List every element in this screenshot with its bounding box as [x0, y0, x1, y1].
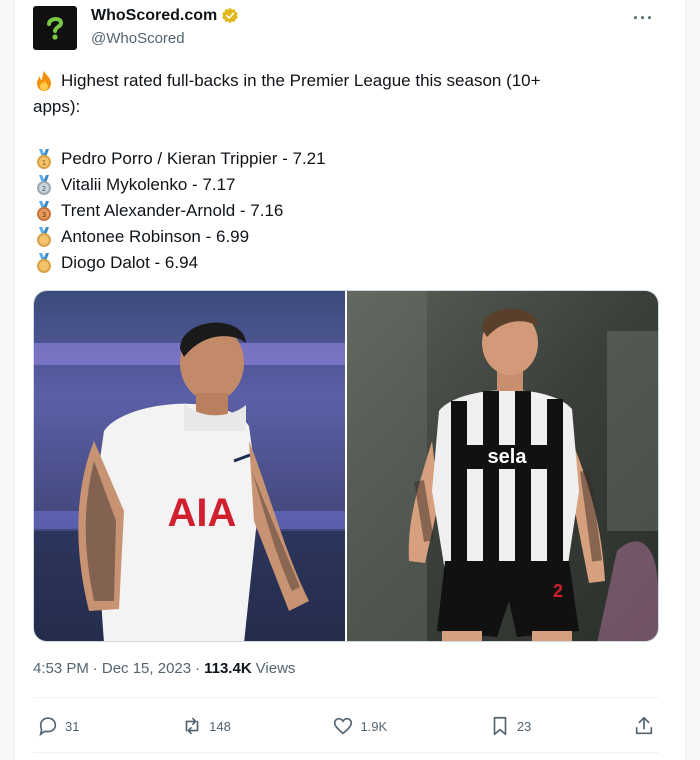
- sports-medal-icon: [37, 253, 51, 273]
- ranking-item: 1 Pedro Porro / Kieran Trippier - 7.21: [33, 146, 663, 172]
- silver-medal-icon: 2: [37, 175, 51, 195]
- sports-medal-icon: [37, 227, 51, 247]
- tweet-time[interactable]: 4:53 PM: [33, 660, 89, 677]
- meta-separator: ·: [92, 660, 98, 677]
- views-count: 113.4K: [204, 660, 252, 677]
- repost-button[interactable]: 148: [181, 715, 231, 737]
- like-count: 1.9K: [360, 718, 388, 734]
- bronze-medal-icon: 3: [37, 201, 51, 221]
- media-grid[interactable]: AIA sela 2: [33, 290, 659, 642]
- reply-icon: [39, 717, 57, 737]
- player-photo-right: sela 2: [347, 291, 658, 641]
- divider: [33, 697, 659, 698]
- ranking-text: Trent Alexander-Arnold - 7.16: [61, 201, 284, 220]
- medal-number: 1: [42, 159, 46, 167]
- account-name[interactable]: WhoScored.com: [91, 7, 239, 25]
- right-shorts-number: 2: [553, 581, 563, 601]
- tweet-date[interactable]: Dec 15, 2023: [102, 660, 191, 677]
- tweet-text: Highest rated full-backs in the Premier …: [33, 68, 663, 276]
- bookmark-icon: [493, 716, 507, 736]
- left-shirt-text: AIA: [168, 491, 237, 535]
- heart-icon: [334, 717, 353, 735]
- avatar[interactable]: [33, 6, 77, 50]
- player-photo-left: AIA: [34, 291, 345, 641]
- intro-line-2: apps):: [33, 94, 663, 120]
- ranking-text: Antonee Robinson - 6.99: [61, 227, 250, 246]
- medal-number: 3: [42, 211, 46, 219]
- tweet-meta: 4:53 PM · Dec 15, 2023 · 113.4K Views: [33, 660, 295, 677]
- ranking-text: Pedro Porro / Kieran Trippier - 7.21: [61, 149, 326, 168]
- intro-text-1: Highest rated full-backs in the Premier …: [61, 71, 541, 90]
- bookmark-button[interactable]: 23: [489, 715, 531, 737]
- gold-medal-icon: 1: [37, 149, 51, 169]
- account-name-text[interactable]: WhoScored.com: [91, 7, 217, 25]
- reply-count: 31: [65, 718, 80, 734]
- tweet-card: WhoScored.com @WhoScored ··· Highest rat…: [14, 0, 686, 760]
- account-handle[interactable]: @WhoScored: [91, 30, 185, 47]
- views-label: Views: [255, 660, 296, 677]
- like-button[interactable]: 1.9K: [332, 715, 387, 737]
- action-bar: 31 148 1.9K 23: [33, 708, 659, 744]
- intro-text-2: apps):: [33, 97, 81, 116]
- divider: [33, 752, 659, 753]
- ranking-item: 2 Vitalii Mykolenko - 7.17: [33, 172, 663, 198]
- verified-badge-icon: [222, 7, 239, 24]
- reply-button[interactable]: 31: [37, 715, 79, 737]
- share-button[interactable]: [633, 715, 655, 737]
- repost-icon: [185, 717, 199, 735]
- photo-pedro-porro[interactable]: AIA: [34, 291, 345, 641]
- photo-kieran-trippier[interactable]: sela 2: [347, 291, 658, 641]
- ranking-text: Diogo Dalot - 6.94: [61, 253, 199, 272]
- ranking-item: Antonee Robinson - 6.99: [33, 224, 663, 250]
- ranking-item: Diogo Dalot - 6.94: [33, 250, 663, 276]
- meta-separator: ·: [195, 660, 201, 677]
- more-options-icon[interactable]: ···: [633, 8, 654, 29]
- intro-line: Highest rated full-backs in the Premier …: [33, 68, 663, 94]
- ranking-item: 3 Trent Alexander-Arnold - 7.16: [33, 198, 663, 224]
- right-shirt-text: sela: [488, 446, 528, 468]
- repost-count: 148: [209, 718, 231, 734]
- medal-number: 2: [42, 185, 46, 193]
- fire-emoji-icon: [37, 71, 51, 91]
- whoscored-logo-icon: [47, 17, 64, 40]
- bookmark-count: 23: [516, 718, 532, 734]
- ranking-text: Vitalii Mykolenko - 7.17: [61, 175, 236, 194]
- share-icon: [635, 716, 653, 735]
